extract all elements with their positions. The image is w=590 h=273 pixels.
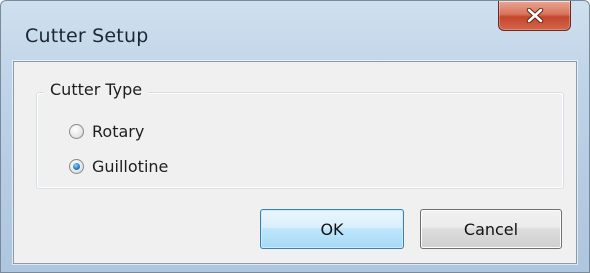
dialog-window: Cutter Setup Cutter Type Rotary Guilloti… xyxy=(0,0,590,273)
dialog-body: Cutter Type Rotary Guillotine OK Cancel xyxy=(13,61,577,264)
close-button[interactable] xyxy=(498,1,571,31)
window-title: Cutter Setup xyxy=(25,25,149,47)
title-bar[interactable]: Cutter Setup xyxy=(1,1,589,59)
radio-button-unchecked[interactable] xyxy=(69,123,84,139)
radio-rotary-label[interactable]: Rotary xyxy=(92,122,144,141)
radio-rotary[interactable]: Rotary xyxy=(69,119,144,143)
ok-button[interactable]: OK xyxy=(260,209,404,249)
radio-guillotine[interactable]: Guillotine xyxy=(69,154,168,178)
cancel-button[interactable]: Cancel xyxy=(420,209,562,249)
radio-guillotine-label[interactable]: Guillotine xyxy=(92,157,168,176)
close-icon xyxy=(526,8,544,23)
radio-button-checked[interactable] xyxy=(69,158,84,174)
cutter-type-label: Cutter Type xyxy=(44,80,149,99)
